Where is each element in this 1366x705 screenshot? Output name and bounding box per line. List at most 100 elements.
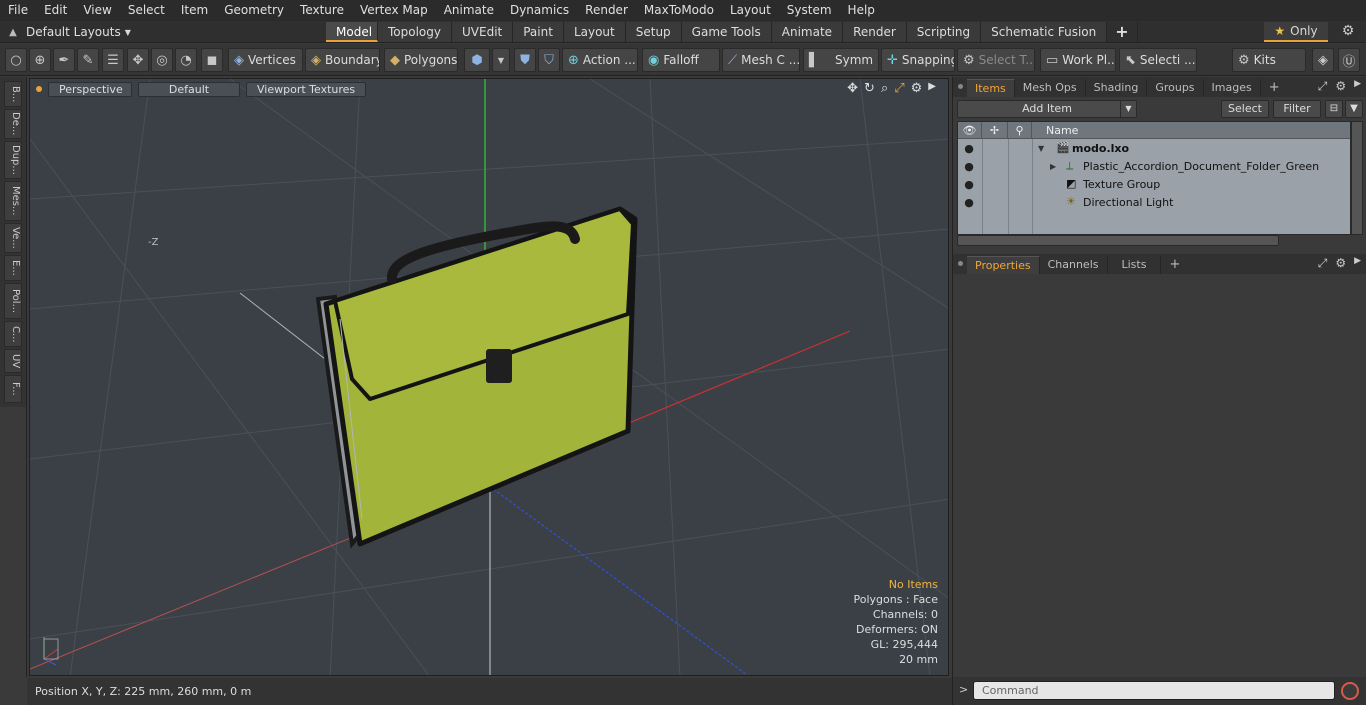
left-tab-uv[interactable]: UV (4, 349, 22, 373)
left-tab-fusion[interactable]: F... (4, 375, 22, 403)
tab-lists[interactable]: Lists (1108, 256, 1162, 274)
tree-row-directional-light[interactable]: ● ☀ Directional Light (958, 194, 1350, 212)
expand-open-icon[interactable]: ▼ (1038, 144, 1044, 153)
only-toggle[interactable]: ★ Only (1264, 22, 1328, 42)
menu-item[interactable]: Item (173, 0, 216, 21)
visibility-eye-icon[interactable]: ● (962, 142, 976, 155)
funnel-icon[interactable]: ▼ (1345, 100, 1363, 118)
filter-button[interactable]: Filter (1273, 100, 1321, 118)
tab-mesh-ops[interactable]: Mesh Ops (1015, 79, 1086, 97)
left-tab-duplicate[interactable]: Dup... (4, 141, 22, 179)
left-tab-deform[interactable]: De... (4, 109, 22, 139)
panel-arrow-icon[interactable]: ▶ (1354, 79, 1361, 94)
boundary-button[interactable]: ◈ Boundary (305, 48, 380, 72)
view-perspective-button[interactable]: Perspective (48, 81, 132, 97)
falloff-button[interactable]: ◉ Falloff (642, 48, 720, 72)
gear-icon[interactable]: ⚙ (1338, 23, 1358, 41)
add-panel-tab-icon[interactable]: + (1161, 256, 1188, 274)
menu-system[interactable]: System (779, 0, 840, 21)
polygons-button[interactable]: ◆ Polygons (384, 48, 458, 72)
select-through-button[interactable]: ⚙ Select T... (957, 48, 1035, 72)
tree-row-scene[interactable]: ● ▼ 🎬 modo.lxo (958, 140, 1350, 158)
add-panel-tab-icon[interactable]: + (1261, 79, 1288, 97)
visibility-eye-icon[interactable]: ● (962, 178, 976, 191)
tab-properties[interactable]: Properties (967, 256, 1040, 274)
expand-panel-icon[interactable]: ⤢ (1318, 256, 1328, 271)
add-tab-icon[interactable]: + (1107, 22, 1138, 42)
command-input[interactable] (973, 681, 1335, 700)
left-tab-basic[interactable]: B... (4, 81, 22, 107)
menu-edit[interactable]: Edit (36, 0, 75, 21)
tab-shading[interactable]: Shading (1086, 79, 1148, 97)
selection-sets-button[interactable]: ⬉ Selecti ... (1119, 48, 1197, 72)
shading-default-button[interactable]: Default (138, 81, 240, 97)
menu-help[interactable]: Help (840, 0, 883, 21)
visibility-eye-icon[interactable]: ● (962, 160, 976, 173)
3d-viewport[interactable]: -Z Perspective Default Viewport Textures… (29, 78, 949, 676)
pen-tool-button[interactable]: ✒ (53, 48, 75, 72)
mesh-constraint-button[interactable]: ⟋ Mesh C ... (722, 48, 800, 72)
command-stop-icon[interactable] (1341, 682, 1359, 700)
item-mode-button[interactable]: ◼ (201, 48, 223, 72)
tab-schematic-fusion[interactable]: Schematic Fusion (981, 22, 1108, 42)
menu-select[interactable]: Select (120, 0, 173, 21)
panel-gear-icon[interactable]: ⚙ (1335, 256, 1346, 271)
align-tool-button[interactable]: ☰ (102, 48, 124, 72)
brush-tool-button[interactable]: ✎ (77, 48, 99, 72)
left-tab-polygon[interactable]: Pol... (4, 283, 22, 319)
tab-groups[interactable]: Groups (1147, 79, 1204, 97)
circle-select-button[interactable]: ○ (5, 48, 27, 72)
layouts-selector[interactable]: ▲ Default Layouts ▼ (0, 21, 131, 43)
collapse-list-icon[interactable]: ⊟ (1325, 100, 1343, 118)
item-list-vertical-scrollbar[interactable] (1351, 121, 1363, 235)
collapse-up-icon[interactable]: ▲ (0, 27, 26, 38)
left-tab-mesh-edit[interactable]: Mes... (4, 181, 22, 221)
tab-images[interactable]: Images (1204, 79, 1261, 97)
zoom-view-icon[interactable]: ⌕ (881, 81, 888, 96)
panel-menu-dot-icon[interactable] (958, 84, 963, 89)
kits-button[interactable]: ⚙ Kits (1232, 48, 1306, 72)
symmetry-button[interactable]: ▌ Symm ... (803, 48, 879, 72)
tab-setup[interactable]: Setup (625, 22, 682, 42)
viewport-menu-dot-icon[interactable] (36, 86, 42, 92)
panel-arrow-icon[interactable]: ▶ (1354, 256, 1361, 271)
symmetry-shield-button[interactable]: ⛉ (538, 48, 560, 72)
tab-model[interactable]: Model (326, 22, 378, 42)
visibility-eye-icon[interactable]: ● (962, 196, 976, 209)
menu-vertex-map[interactable]: Vertex Map (352, 0, 436, 21)
item-list-horizontal-scrollbar[interactable] (957, 235, 1279, 246)
tab-channels[interactable]: Channels (1040, 256, 1108, 274)
menu-maxtomodo[interactable]: MaxToModo (636, 0, 722, 21)
transform-tool-button[interactable]: ✥ (127, 48, 149, 72)
move-view-icon[interactable]: ✥ (847, 81, 858, 96)
tab-items[interactable]: Items (967, 79, 1015, 97)
material-dropdown[interactable]: ▼ (492, 48, 510, 72)
menu-view[interactable]: View (75, 0, 119, 21)
action-center-button[interactable]: ⊕ Action ... (562, 48, 638, 72)
center-tool-button[interactable]: ◎ (151, 48, 173, 72)
menu-render[interactable]: Render (577, 0, 636, 21)
tab-render[interactable]: Render (843, 22, 907, 42)
rotate-view-icon[interactable]: ↻ (864, 81, 875, 96)
menu-animate[interactable]: Animate (436, 0, 502, 21)
snapping-button[interactable]: ✛ Snapping (881, 48, 955, 72)
menu-texture[interactable]: Texture (292, 0, 352, 21)
maximize-view-icon[interactable]: ⤢ (894, 81, 904, 96)
viewport-textures-button[interactable]: Viewport Textures (246, 81, 367, 97)
vertices-button[interactable]: ◈ Vertices (228, 48, 303, 72)
left-tab-vertex[interactable]: Ve... (4, 223, 22, 253)
expand-closed-icon[interactable]: ▶ (1050, 162, 1056, 171)
menu-file[interactable]: File (0, 0, 36, 21)
select-button[interactable]: Select (1221, 100, 1269, 118)
unreal-button[interactable]: Ⓤ (1338, 48, 1360, 72)
name-column-header[interactable]: Name (1032, 122, 1350, 139)
menu-layout[interactable]: Layout (722, 0, 779, 21)
globe-button[interactable]: ⊕ (29, 48, 51, 72)
tab-animate[interactable]: Animate (771, 22, 844, 42)
tab-paint[interactable]: Paint (513, 22, 564, 42)
left-tab-edge[interactable]: E... (4, 255, 22, 281)
tab-game-tools[interactable]: Game Tools (681, 22, 772, 42)
tab-uvedit[interactable]: UVEdit (452, 22, 514, 42)
panel-gear-icon[interactable]: ⚙ (1335, 79, 1346, 94)
menu-dynamics[interactable]: Dynamics (502, 0, 577, 21)
